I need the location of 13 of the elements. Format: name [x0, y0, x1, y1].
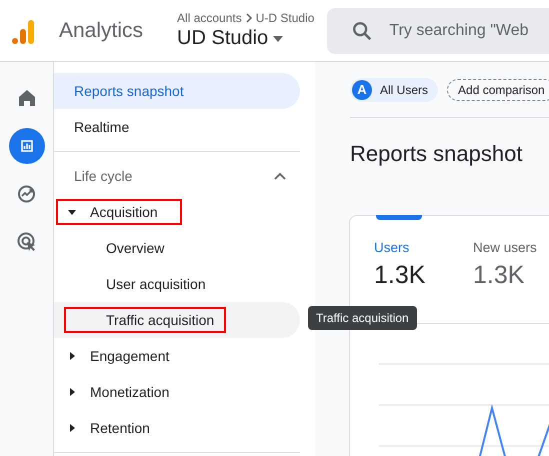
nav-group-label: Engagement [90, 348, 170, 364]
nav-group-label: Monetization [90, 384, 170, 400]
breadcrumb-current: U-D Studio [256, 11, 314, 25]
tooltip: Traffic acquisition [308, 306, 417, 330]
nav-subitem-label: Overview [106, 240, 164, 256]
nav-subitem-label: Traffic acquisition [64, 307, 226, 333]
nav-group-label: Retention [90, 420, 150, 436]
segment-avatar: A [352, 80, 372, 100]
product-name: Analytics [59, 18, 144, 42]
nav-subitem-label: User acquisition [106, 276, 206, 292]
section-label: Life cycle [74, 168, 132, 184]
page-title: Reports snapshot [350, 141, 524, 167]
nav-group-label: Acquisition [56, 199, 182, 225]
